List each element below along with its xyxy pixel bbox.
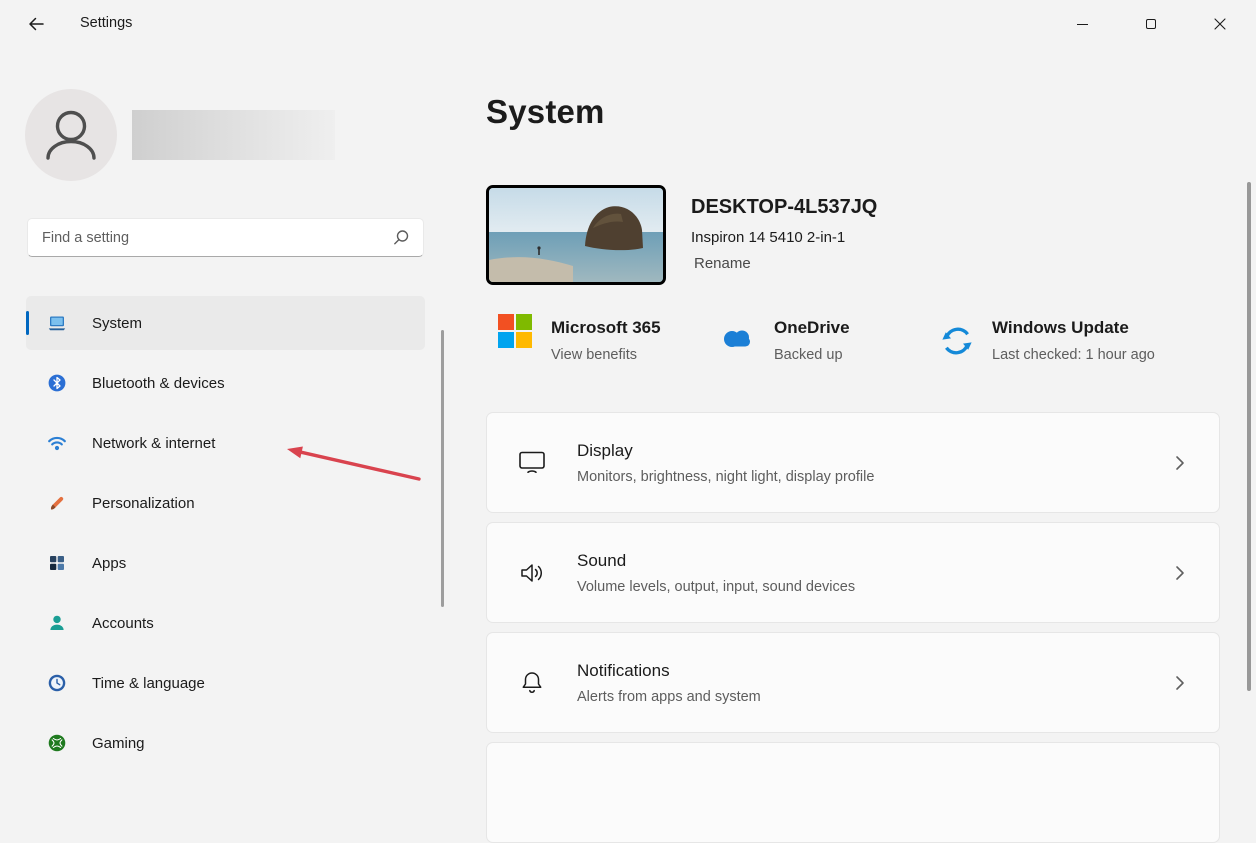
- onedrive-icon: [718, 325, 756, 351]
- user-name-redacted: [132, 110, 335, 160]
- card-display[interactable]: Display Monitors, brightness, night ligh…: [486, 412, 1220, 513]
- sidebar-item-label: Personalization: [92, 494, 195, 512]
- device-info: DESKTOP-4L537JQ Inspiron 14 5410 2-in-1 …: [691, 196, 877, 273]
- sidebar-item-label: Accounts: [92, 614, 154, 632]
- bluetooth-icon: [47, 373, 67, 393]
- close-button[interactable]: [1197, 7, 1243, 41]
- user-avatar[interactable]: [25, 89, 117, 181]
- sidebar-item-label: System: [92, 314, 143, 332]
- status-subtitle: Last checked: 1 hour ago: [992, 347, 1155, 363]
- sound-icon: [519, 561, 545, 585]
- sidebar-item-label: Apps: [92, 554, 127, 572]
- sidebar-item-label: Gaming: [92, 734, 145, 752]
- chevron-right-icon: [1175, 565, 1185, 581]
- window-title: Settings: [80, 15, 133, 31]
- gaming-icon: [47, 733, 67, 753]
- sidebar-item-gaming[interactable]: Gaming: [26, 716, 425, 770]
- titlebar: Settings: [0, 0, 1256, 48]
- device-thumbnail: [486, 185, 666, 285]
- maximize-button[interactable]: [1128, 7, 1174, 41]
- device-name: DESKTOP-4L537JQ: [691, 196, 878, 218]
- status-item-windows-update[interactable]: Windows Update Last checked: 1 hour ago: [940, 310, 1155, 363]
- system-icon: [47, 313, 67, 333]
- card-subtitle: Volume levels, output, input, sound devi…: [577, 578, 856, 595]
- device-model: Inspiron 14 5410 2-in-1: [691, 229, 846, 246]
- status-title: Microsoft 365: [551, 318, 661, 337]
- card-title: Sound: [577, 550, 627, 570]
- search-icon[interactable]: [392, 229, 410, 252]
- windows-update-icon: [940, 324, 974, 358]
- sidebar-item-accounts[interactable]: Accounts: [26, 596, 425, 650]
- search-input[interactable]: [28, 219, 423, 256]
- settings-card-list: Display Monitors, brightness, night ligh…: [486, 412, 1220, 843]
- sidebar-nav: System Bluetooth & devices Network & int…: [26, 296, 425, 770]
- status-title: OneDrive: [774, 318, 850, 337]
- card-title: Display: [577, 440, 633, 460]
- status-subtitle: Backed up: [774, 347, 843, 363]
- status-title: Windows Update: [992, 318, 1129, 337]
- minimize-icon: [1076, 23, 1088, 25]
- back-arrow-icon: [27, 15, 45, 33]
- personalization-icon: [47, 493, 67, 513]
- card-partial[interactable]: [486, 742, 1220, 843]
- apps-icon: [47, 553, 67, 573]
- close-icon: [1214, 18, 1226, 30]
- time-language-icon: [47, 673, 67, 693]
- page-title: System: [486, 93, 605, 130]
- main-scrollbar[interactable]: [1247, 182, 1251, 691]
- search-box: [27, 218, 424, 257]
- sidebar-item-personalization[interactable]: Personalization: [26, 476, 425, 530]
- sidebar-item-label: Bluetooth & devices: [92, 374, 225, 392]
- chevron-right-icon: [1175, 675, 1185, 691]
- status-item-onedrive[interactable]: OneDrive Backed up: [718, 310, 850, 363]
- sidebar-item-label: Time & language: [92, 674, 205, 692]
- display-icon: [519, 451, 545, 474]
- maximize-icon: [1146, 19, 1156, 29]
- card-notifications[interactable]: Notifications Alerts from apps and syste…: [486, 632, 1220, 733]
- rename-button[interactable]: Rename: [694, 255, 751, 272]
- card-sound[interactable]: Sound Volume levels, output, input, soun…: [486, 522, 1220, 623]
- sidebar-scrollbar[interactable]: [441, 330, 444, 607]
- card-subtitle: Monitors, brightness, night light, displ…: [577, 468, 875, 485]
- selected-indicator: [26, 311, 29, 335]
- beach-wallpaper-image: [489, 188, 663, 282]
- card-subtitle: Alerts from apps and system: [577, 688, 761, 705]
- notifications-icon: [519, 670, 545, 696]
- sidebar-item-network-internet[interactable]: Network & internet: [26, 416, 425, 470]
- chevron-right-icon: [1175, 455, 1185, 471]
- sidebar-item-bluetooth-devices[interactable]: Bluetooth & devices: [26, 356, 425, 410]
- back-button[interactable]: [17, 7, 55, 41]
- sidebar-item-apps[interactable]: Apps: [26, 536, 425, 590]
- sidebar-item-label: Network & internet: [92, 434, 216, 452]
- network-icon: [47, 433, 67, 453]
- microsoft-365-icon: [497, 313, 533, 349]
- card-title: Notifications: [577, 660, 670, 680]
- person-icon: [25, 89, 117, 181]
- status-subtitle[interactable]: View benefits: [551, 347, 661, 363]
- sidebar-item-system[interactable]: System: [26, 296, 425, 350]
- sidebar-item-time-language[interactable]: Time & language: [26, 656, 425, 710]
- accounts-icon: [47, 613, 67, 633]
- status-item-microsoft-365[interactable]: Microsoft 365 View benefits: [497, 310, 661, 363]
- minimize-button[interactable]: [1059, 7, 1105, 41]
